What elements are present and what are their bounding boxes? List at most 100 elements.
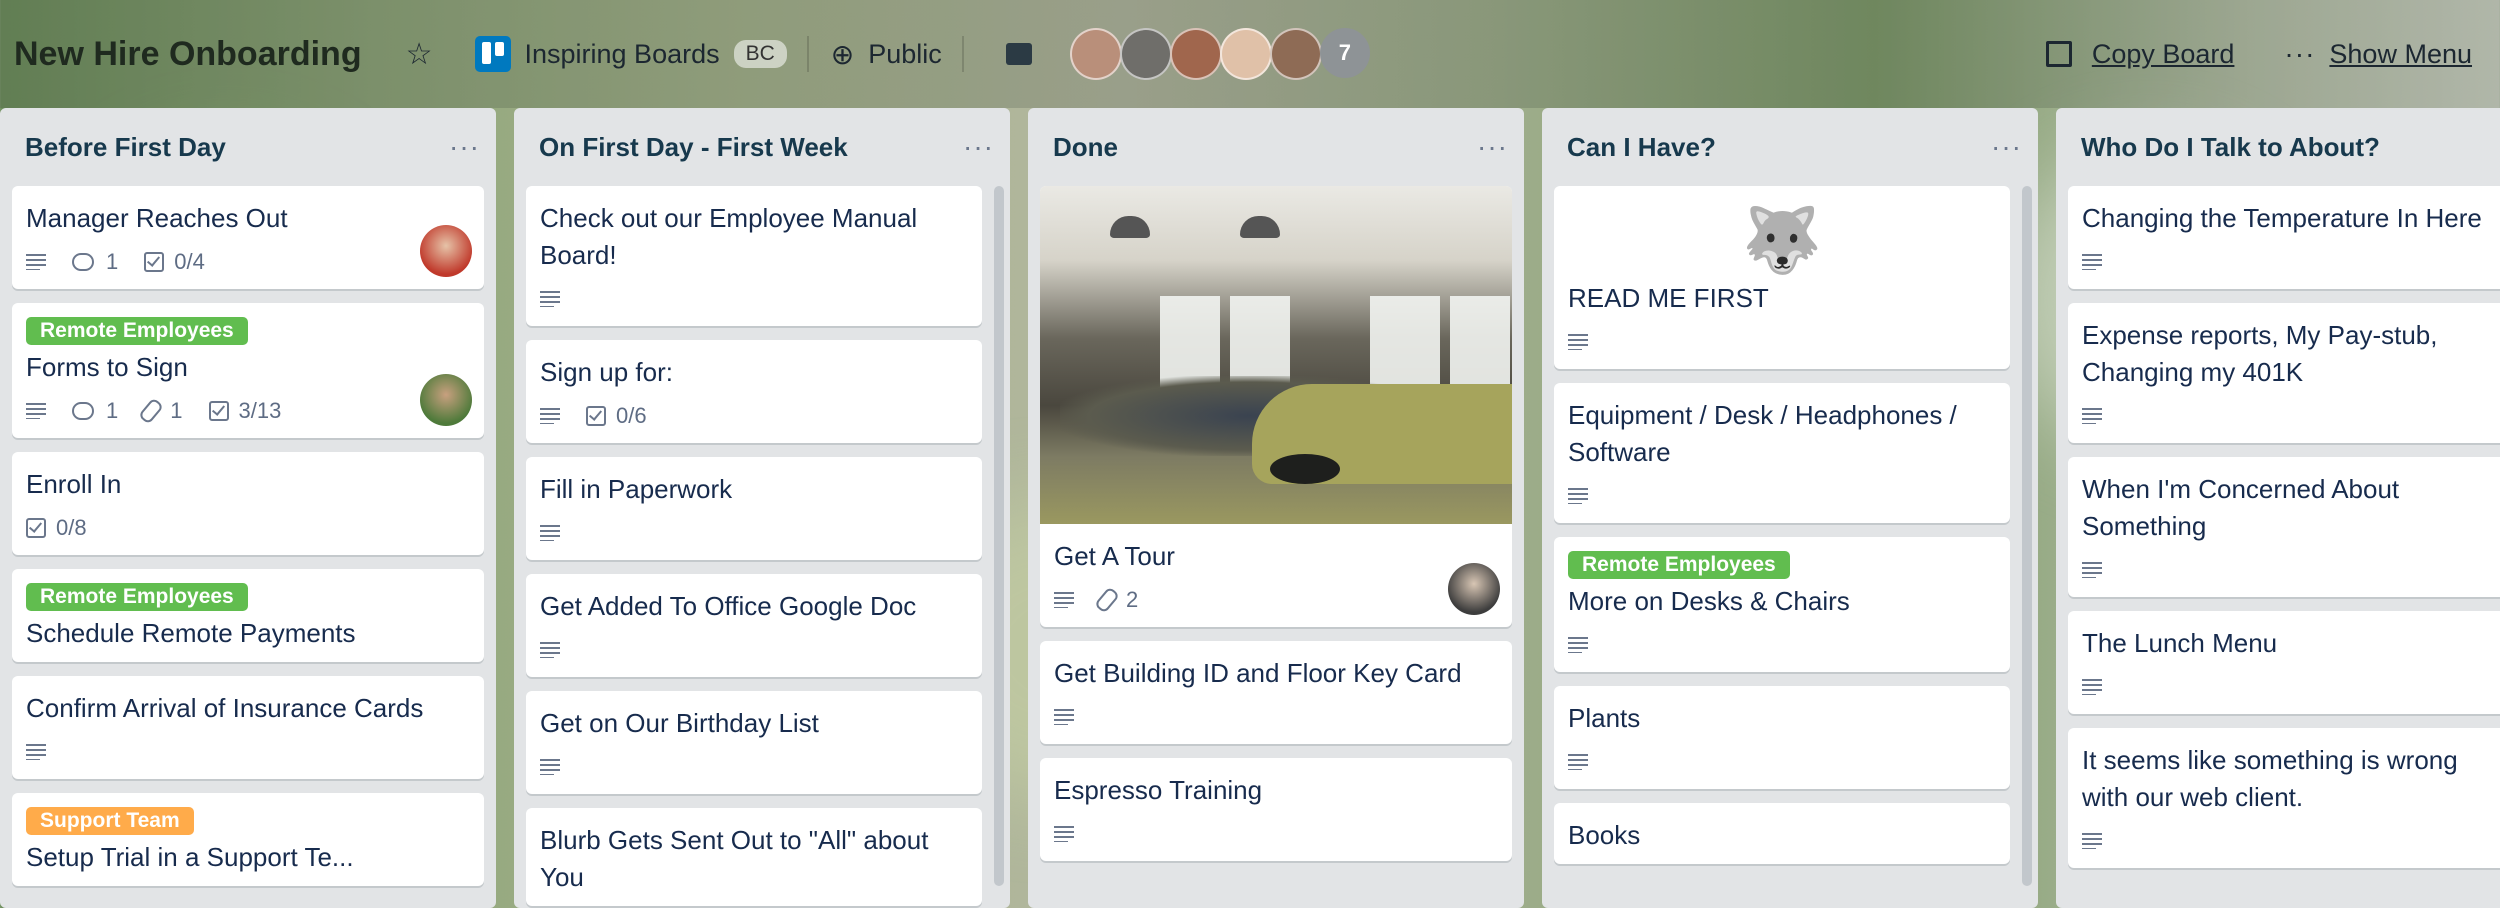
card-title: Get Added To Office Google Doc	[540, 591, 917, 621]
list-title[interactable]: Done	[1053, 132, 1118, 163]
description-icon	[540, 291, 560, 307]
member-count-badge[interactable]: 7	[1319, 28, 1370, 78]
card[interactable]: Get Building ID and Floor Key Card	[1040, 641, 1512, 744]
card[interactable]: Plants	[1554, 686, 2010, 789]
card-title: Get on Our Birthday List	[540, 708, 819, 738]
card[interactable]: Expense reports, My Pay-stub, Changing m…	[2068, 303, 2500, 443]
description-icon	[26, 254, 46, 270]
description-icon	[1568, 637, 1588, 653]
card[interactable]: Remote Employees Schedule Remote Payment…	[12, 569, 484, 662]
list-before-first-day: Before First Day ··· Manager Reaches Out…	[0, 108, 496, 908]
team-button[interactable]: Inspiring Boards BC	[525, 39, 787, 70]
description-icon	[540, 642, 560, 658]
member-avatar[interactable]	[420, 225, 472, 277]
card[interactable]: The Lunch Menu	[2068, 611, 2500, 714]
description-icon	[2082, 679, 2102, 695]
card[interactable]: Manager Reaches Out 1 0/4	[12, 186, 484, 289]
boards-icon	[474, 36, 511, 72]
comment-icon	[72, 253, 94, 271]
card-title: Check out our Employee Manual Board!	[540, 203, 918, 270]
card[interactable]: Remote Employees Forms to Sign 1 1 3/13	[12, 303, 484, 438]
description-icon	[2082, 254, 2102, 270]
card[interactable]: Enroll In 0/8	[12, 452, 484, 555]
card[interactable]: Changing the Temperature In Here	[2068, 186, 2500, 289]
show-menu-button[interactable]: Show Menu	[2329, 39, 2472, 70]
description-icon	[1568, 754, 1588, 770]
card[interactable]: Equipment / Desk / Headphones / Software	[1554, 383, 2010, 523]
description-icon	[2082, 408, 2102, 424]
list-title[interactable]: On First Day - First Week	[539, 132, 848, 163]
avatar[interactable]	[1119, 28, 1172, 80]
board-members: 7	[1069, 28, 1370, 80]
card[interactable]: 🐺 READ ME FIRST	[1554, 186, 2010, 369]
card[interactable]: Support Team Setup Trial in a Support Te…	[12, 793, 484, 886]
card-title: When I'm Concerned About Something	[2082, 474, 2400, 541]
card[interactable]: Confirm Arrival of Insurance Cards	[12, 676, 484, 779]
card[interactable]: Sign up for: 0/6	[526, 340, 982, 443]
card[interactable]: Get Added To Office Google Doc	[526, 574, 982, 677]
list-menu-icon[interactable]: ···	[449, 131, 480, 163]
star-icon[interactable]: ☆	[406, 37, 433, 72]
card[interactable]: Check out our Employee Manual Board!	[526, 186, 982, 326]
list-scrollbar[interactable]	[994, 186, 1004, 886]
member-avatar[interactable]	[1448, 563, 1500, 615]
description-icon	[540, 525, 560, 541]
card[interactable]: Espresso Training	[1040, 758, 1512, 861]
list-who-do-i-talk-to: Who Do I Talk to About? Changing the Tem…	[2056, 108, 2500, 908]
avatar[interactable]	[1169, 28, 1222, 80]
card[interactable]: Remote Employees More on Desks & Chairs	[1554, 537, 2010, 672]
list-scrollbar[interactable]	[2022, 186, 2032, 886]
card-title: It seems like something is wrong with ou…	[2082, 745, 2458, 812]
divider	[961, 36, 964, 72]
list-menu-icon[interactable]: ···	[1477, 131, 1508, 163]
visibility-label: Public	[868, 38, 942, 69]
avatar[interactable]	[1069, 28, 1122, 80]
checklist-icon	[144, 252, 165, 272]
description-icon	[540, 408, 560, 424]
card[interactable]: Get on Our Birthday List	[526, 691, 982, 794]
card[interactable]: It seems like something is wrong with ou…	[2068, 728, 2500, 868]
card-title: Setup Trial in a Support Te...	[26, 842, 354, 872]
checklist-count: 0/6	[616, 403, 647, 428]
comment-count: 1	[106, 249, 119, 274]
list-title[interactable]: Can I Have?	[1567, 132, 1716, 163]
visibility-button[interactable]: ⊕ Public	[809, 38, 942, 71]
avatar[interactable]	[1269, 28, 1322, 80]
card-title: Forms to Sign	[26, 352, 188, 382]
list-title[interactable]: Who Do I Talk to About?	[2081, 132, 2380, 163]
husky-mascot-icon: 🐺	[1742, 204, 1822, 276]
card-label: Remote Employees	[1568, 551, 1790, 579]
card[interactable]: Get A Tour 2	[1040, 186, 1512, 627]
member-avatar[interactable]	[420, 374, 472, 426]
card-title: Blurb Gets Sent Out to "All" about You	[540, 825, 929, 892]
description-icon	[2082, 833, 2102, 849]
card-title: Sign up for:	[540, 357, 673, 387]
list-menu-icon[interactable]: ···	[963, 131, 994, 163]
copy-board-button[interactable]: Copy Board	[2092, 39, 2235, 70]
card-title: Enroll In	[26, 469, 122, 499]
header-actions: Copy Board ··· Show Menu	[2045, 0, 2472, 108]
card[interactable]: When I'm Concerned About Something	[2068, 457, 2500, 597]
card[interactable]: Fill in Paperwork	[526, 457, 982, 560]
board-title[interactable]: New Hire Onboarding	[14, 35, 362, 74]
archive-icon[interactable]	[1005, 43, 1032, 65]
list-done: Done ··· Get A Tour 2 Get Building ID an…	[1028, 108, 1524, 908]
list-menu-icon[interactable]: ···	[1991, 131, 2022, 163]
card-title: Expense reports, My Pay-stub, Changing m…	[2082, 320, 2438, 387]
globe-icon: ⊕	[830, 38, 855, 70]
card-title: More on Desks & Chairs	[1568, 586, 1850, 616]
checklist-count: 0/4	[174, 249, 205, 274]
checklist-icon	[26, 518, 46, 538]
attachment-count: 2	[1126, 587, 1139, 612]
card[interactable]: Blurb Gets Sent Out to "All" about You	[526, 808, 982, 906]
description-icon	[26, 403, 46, 419]
card-title: Equipment / Desk / Headphones / Software	[1568, 400, 1957, 467]
card-cover-image	[1040, 186, 1512, 524]
avatar[interactable]	[1219, 28, 1272, 80]
card-title: Espresso Training	[1054, 775, 1263, 805]
list-title[interactable]: Before First Day	[25, 132, 226, 163]
card[interactable]: Books	[1554, 803, 2010, 864]
description-icon	[2082, 562, 2102, 578]
more-icon: ···	[2284, 38, 2316, 69]
card-label: Remote Employees	[26, 583, 248, 611]
